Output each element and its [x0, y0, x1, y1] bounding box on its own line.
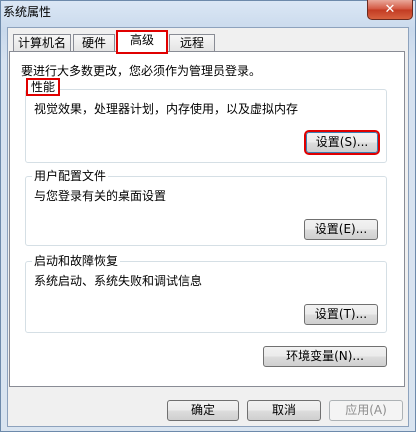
tab-hardware[interactable]: 硬件: [73, 34, 115, 52]
user-profiles-title: 用户配置文件: [32, 169, 109, 183]
environment-variables-button[interactable]: 环境变量(N)...: [263, 346, 387, 367]
window-title: 系统属性: [3, 5, 52, 19]
performance-settings-button[interactable]: 设置(S)...: [304, 130, 380, 155]
tab-label: 硬件: [81, 36, 106, 50]
startup-recovery-group: 启动和故障恢复 系统启动、系统失败和调试信息 设置(T)...: [25, 254, 387, 333]
performance-description: 视觉效果，处理器计划，内存使用，以及虚拟内存: [34, 102, 299, 116]
tab-strip: 计算机名 硬件 高级 远程: [7, 30, 267, 54]
startup-recovery-description: 系统启动、系统失败和调试信息: [34, 274, 203, 288]
user-profiles-settings-button[interactable]: 设置(E)...: [304, 219, 378, 240]
ok-button[interactable]: 确定: [167, 400, 239, 421]
tab-remote[interactable]: 远程: [169, 34, 215, 52]
tab-label: 计算机名: [17, 36, 66, 50]
tab-computer-name[interactable]: 计算机名: [13, 34, 71, 52]
tab-label: 高级: [129, 33, 154, 47]
startup-recovery-title: 启动和故障恢复: [32, 254, 121, 268]
close-icon: ✕: [384, 2, 396, 17]
tab-label: 远程: [179, 36, 204, 50]
tab-advanced[interactable]: 高级: [116, 30, 168, 54]
user-profiles-group: 用户配置文件 与您登录有关的桌面设置 设置(E)...: [25, 169, 387, 246]
cancel-button[interactable]: 取消: [247, 400, 321, 421]
user-profiles-description: 与您登录有关的桌面设置: [34, 189, 167, 203]
title-bar[interactable]: 系统属性 ✕: [1, 0, 415, 23]
startup-recovery-settings-button[interactable]: 设置(T)...: [304, 304, 378, 325]
system-properties-window: 系统属性 ✕ 计算机名 硬件 高级 远程 要进行大多数更改，您必须作为管理员登录…: [0, 0, 416, 432]
performance-group: 性能 视觉效果，处理器计划，内存使用，以及虚拟内存 设置(S)...: [25, 78, 387, 163]
performance-title: 性能: [25, 78, 61, 96]
close-button[interactable]: ✕: [367, 0, 413, 20]
apply-button[interactable]: 应用(A): [329, 400, 403, 421]
admin-notice: 要进行大多数更改，您必须作为管理员登录。: [21, 64, 262, 78]
